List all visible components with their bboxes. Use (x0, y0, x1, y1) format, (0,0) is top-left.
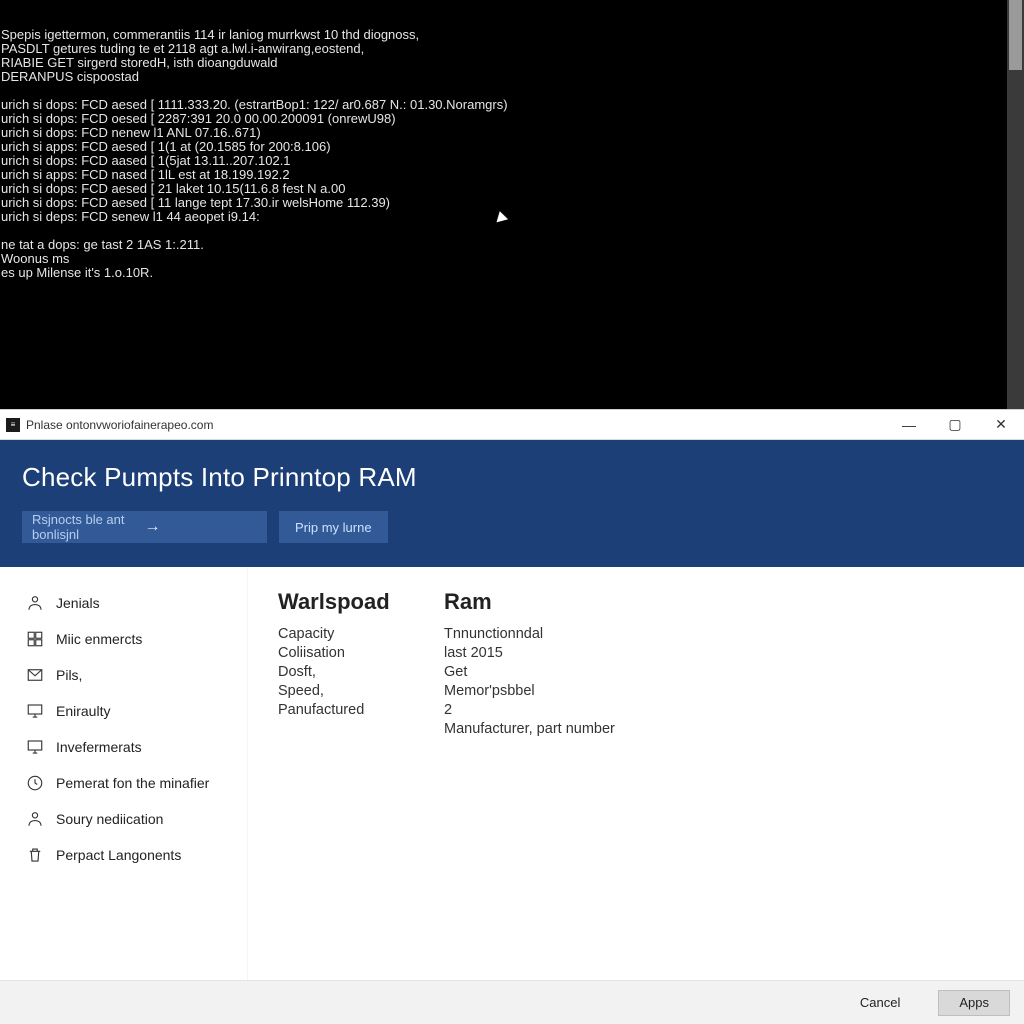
sidebar-item-eniraulty[interactable]: Eniraulty (0, 693, 247, 729)
footer-bar: Cancel Apps (0, 980, 1024, 1024)
content-area: Jenials Miic enmercts Pils, Eniraulty In… (0, 567, 1024, 980)
window-title: Pnlase ontonvworiofainerapeo.com (26, 418, 213, 432)
sidebar-item-label: Jenials (56, 595, 100, 611)
property-value: last 2015 (444, 644, 704, 663)
sidebar-item-perpact[interactable]: Perpact Langonents (0, 837, 247, 873)
grid-icon (26, 630, 44, 648)
apps-button-label: Apps (959, 995, 989, 1010)
help-button[interactable]: Prip my lurne (279, 511, 388, 543)
property-label: Panufactured (278, 701, 408, 720)
property-label: Coliisation (278, 644, 408, 663)
property-value: Tnnunctionndal (444, 625, 704, 644)
property-label: Capacity (278, 625, 408, 644)
search-input[interactable]: Rsjnocts ble ant bonlisjnl → (22, 511, 267, 543)
property-label: Speed, (278, 682, 408, 701)
monitor-icon (26, 702, 44, 720)
window-minimize-button[interactable]: — (886, 410, 932, 440)
terminal-window[interactable]: Spepis igettermon, commerantiis 114 ir l… (0, 0, 1024, 409)
person-icon (26, 594, 44, 612)
sidebar-item-label: Eniraulty (56, 703, 110, 719)
envelope-icon (26, 666, 44, 684)
property-value: Get (444, 663, 704, 682)
sidebar-item-label: Soury nediication (56, 811, 163, 827)
sidebar-item-label: Miic enmercts (56, 631, 142, 647)
window-close-button[interactable]: ✕ (978, 410, 1024, 440)
arrow-right-icon: → (145, 518, 258, 536)
search-placeholder: Rsjnocts ble ant bonlisjnl (32, 512, 145, 542)
person-icon (26, 810, 44, 828)
property-value: 2 (444, 701, 704, 720)
clock-icon (26, 774, 44, 792)
sidebar-item-pils[interactable]: Pils, (0, 657, 247, 693)
window-maximize-button[interactable]: ▢ (932, 410, 978, 440)
main-panel: Warlspoad CapacityColiisationDosft,Speed… (248, 567, 734, 980)
sidebar-item-soury[interactable]: Soury nediication (0, 801, 247, 837)
help-button-label: Prip my lurne (295, 520, 372, 535)
app-icon: ≡ (6, 418, 20, 432)
sidebar-item-jenials[interactable]: Jenials (0, 585, 247, 621)
sidebar-item-invefermerats[interactable]: Invefermerats (0, 729, 247, 765)
window-titlebar[interactable]: ≡ Pnlase ontonvworiofainerapeo.com — ▢ ✕ (0, 410, 1024, 440)
trash-icon (26, 846, 44, 864)
minimize-icon: — (902, 417, 916, 433)
page-title: Check Pumpts Into Prinntop RAM (22, 462, 1002, 493)
property-value: Memor'psbbel (444, 682, 704, 701)
scrollbar-thumb[interactable] (1009, 0, 1022, 70)
apps-button[interactable]: Apps (938, 990, 1010, 1016)
section-heading-right: Ram (444, 589, 704, 615)
sidebar: Jenials Miic enmercts Pils, Eniraulty In… (0, 567, 248, 980)
maximize-icon: ▢ (948, 416, 961, 433)
property-value: Manufacturer, part number (444, 720, 704, 739)
settings-window: ≡ Pnlase ontonvworiofainerapeo.com — ▢ ✕… (0, 409, 1024, 1024)
header-banner: Check Pumpts Into Prinntop RAM Rsjnocts … (0, 440, 1024, 567)
sidebar-item-label: Perpact Langonents (56, 847, 181, 863)
close-icon: ✕ (995, 416, 1007, 433)
monitor-icon (26, 738, 44, 756)
cancel-button[interactable]: Cancel (840, 990, 920, 1016)
property-label: Dosft, (278, 663, 408, 682)
sidebar-item-label: Invefermerats (56, 739, 142, 755)
sidebar-item-label: Pils, (56, 667, 82, 683)
cancel-button-label: Cancel (860, 995, 900, 1010)
sidebar-item-miic[interactable]: Miic enmercts (0, 621, 247, 657)
sidebar-item-pemerat[interactable]: Pemerat fon the minafier (0, 765, 247, 801)
sidebar-item-label: Pemerat fon the minafier (56, 775, 209, 791)
terminal-scrollbar[interactable] (1007, 0, 1024, 409)
section-heading-left: Warlspoad (278, 589, 408, 615)
